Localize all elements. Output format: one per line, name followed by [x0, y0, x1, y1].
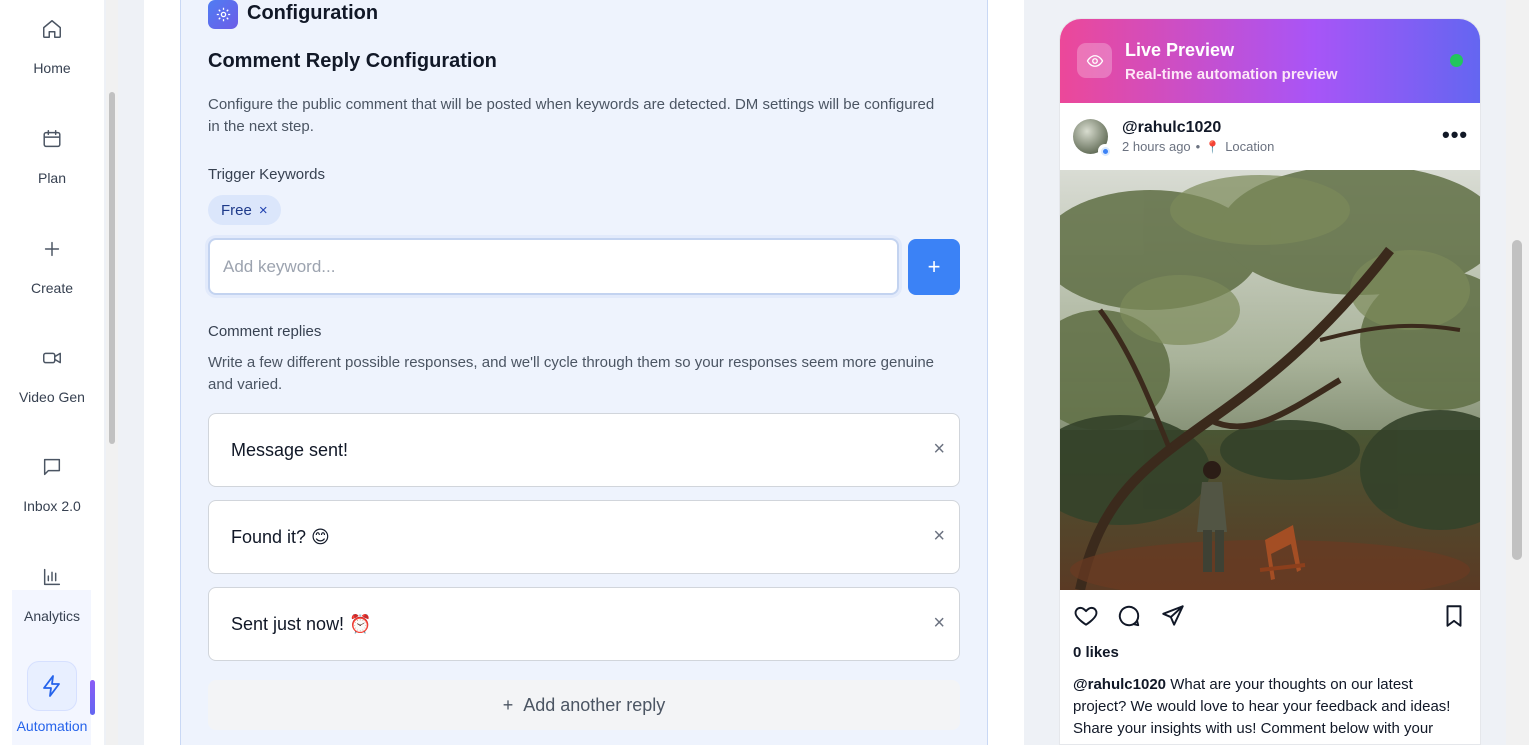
sidebar-item-label: Analytics: [23, 608, 81, 624]
page-scrollbar[interactable]: [1506, 0, 1529, 745]
sidebar-item-label: Automation: [16, 718, 88, 734]
calendar-icon: [43, 130, 61, 148]
message-icon: [43, 458, 61, 476]
reply-text: Sent just now! ⏰: [231, 613, 372, 634]
plus-icon: [44, 241, 60, 257]
keyword-chip: Free ×: [208, 195, 281, 225]
meta-separator: •: [1195, 139, 1201, 154]
likes-count: 0 likes: [1073, 644, 1119, 661]
live-preview-panel: Live Preview Real-time automation previe…: [1059, 18, 1481, 745]
sidebar-item-home[interactable]: Home: [0, 18, 104, 76]
post-time: 2 hours ago: [1122, 139, 1191, 154]
plus-icon: +: [502, 694, 514, 715]
lightning-icon: [43, 675, 60, 697]
scrollbar-thumb[interactable]: [1512, 240, 1522, 560]
live-status-dot: [1450, 54, 1463, 67]
add-another-reply-button[interactable]: + Add another reply: [208, 680, 960, 730]
reply-item[interactable]: Found it? 😊 ×: [208, 500, 960, 574]
sidebar-item-label: Inbox 2.0: [23, 498, 81, 514]
post-username[interactable]: @rahulc1020: [1122, 119, 1221, 137]
sidebar-item-plan[interactable]: Plan: [0, 128, 104, 186]
keyword-chip-label: Free: [221, 201, 252, 219]
sidebar-item-analytics[interactable]: Analytics: [0, 566, 104, 624]
video-icon: [43, 352, 61, 364]
bookmark-icon[interactable]: [1441, 603, 1467, 629]
section-title: Comment Reply Configuration: [208, 50, 497, 72]
remove-keyword-icon[interactable]: ×: [259, 202, 268, 219]
trigger-keywords-label: Trigger Keywords: [208, 166, 325, 183]
remove-reply-icon[interactable]: ×: [933, 525, 945, 548]
sidebar-item-create[interactable]: Create: [0, 238, 104, 296]
sidebar-item-label: Create: [30, 280, 74, 296]
gear-icon: [216, 7, 230, 22]
comment-replies-help: Write a few different possible responses…: [208, 354, 935, 393]
bar-chart-icon: [43, 568, 61, 586]
sidebar-item-inbox[interactable]: Inbox 2.0: [0, 456, 104, 514]
sidebar-item-label: Home: [33, 60, 71, 76]
preview-title: Live Preview: [1125, 40, 1235, 60]
post-location: Location: [1225, 139, 1275, 154]
location-pin-icon: 📍: [1205, 139, 1221, 154]
add-another-reply-label: Add another reply: [523, 694, 666, 715]
reply-item[interactable]: Message sent! ×: [208, 413, 960, 487]
sidebar-scrollbar[interactable]: [106, 0, 118, 745]
caption-username[interactable]: @rahulc1020: [1073, 676, 1166, 693]
reply-text: Found it? 😊: [231, 526, 330, 547]
add-keyword-button[interactable]: +: [908, 239, 960, 295]
remove-reply-icon[interactable]: ×: [933, 438, 945, 461]
reply-text: Message sent!: [231, 439, 349, 460]
sidebar-item-label: Video Gen: [19, 389, 85, 405]
preview-header: Live Preview Real-time automation previe…: [1060, 19, 1480, 103]
heart-icon[interactable]: [1073, 603, 1099, 629]
remove-reply-icon[interactable]: ×: [933, 612, 945, 635]
post-image: [1060, 170, 1480, 590]
more-options-icon[interactable]: •••: [1442, 122, 1468, 148]
comment-replies-label: Comment replies: [208, 323, 322, 340]
verified-badge-icon: [1098, 144, 1112, 158]
section-description: Configure the public comment that will b…: [208, 96, 935, 135]
post-actions: [1073, 603, 1469, 629]
sidebar-item-label: Plan: [37, 170, 67, 186]
configuration-badge: [208, 0, 238, 29]
eye-icon: [1077, 43, 1112, 78]
post-caption: @rahulc1020 What are your thoughts on ou…: [1073, 674, 1469, 744]
avatar[interactable]: [1073, 119, 1112, 158]
comment-icon[interactable]: [1116, 603, 1142, 629]
active-indicator: [90, 680, 95, 715]
sidebar-item-video-gen[interactable]: Video Gen: [0, 347, 104, 405]
keyword-input[interactable]: [208, 238, 899, 295]
reply-item[interactable]: Sent just now! ⏰ ×: [208, 587, 960, 661]
share-icon[interactable]: [1160, 603, 1186, 629]
home-icon: [43, 20, 61, 38]
scrollbar-thumb[interactable]: [109, 92, 115, 444]
sidebar-item-automation[interactable]: [27, 661, 77, 711]
sidebar: Home Plan Create Video Gen Inbox 2.0 Ana…: [0, 0, 104, 745]
post-meta: 2 hours ago • 📍 Location: [1122, 139, 1274, 154]
preview-subtitle: Real-time automation preview: [1125, 66, 1338, 83]
configuration-header: Configuration: [247, 2, 379, 24]
